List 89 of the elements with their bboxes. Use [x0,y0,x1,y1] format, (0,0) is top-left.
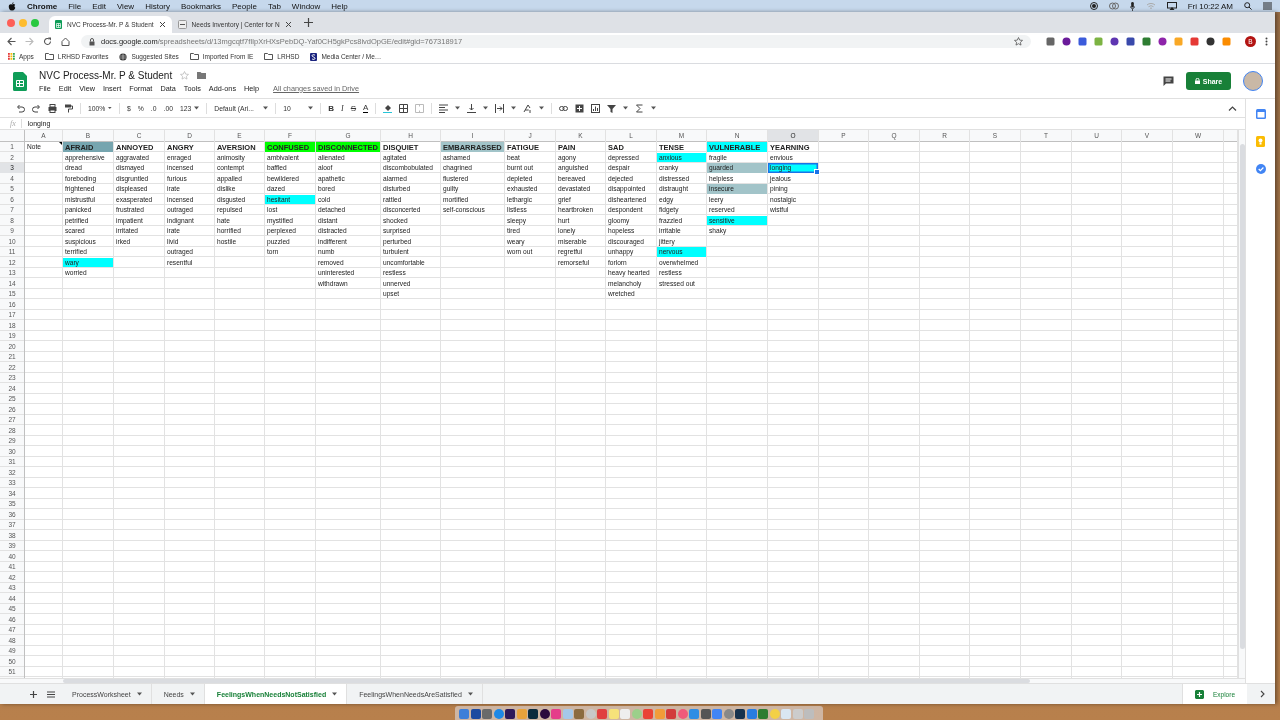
airplay-icon[interactable] [1166,2,1177,10]
account-avatar[interactable] [1243,71,1263,91]
apple-icon[interactable] [8,1,16,11]
comment-icon[interactable] [1163,75,1174,87]
app-icon[interactable] [539,708,550,719]
calendar-icon[interactable] [1255,109,1266,119]
reload-icon[interactable] [43,37,52,46]
link-icon[interactable] [559,103,569,113]
strikethrough-button[interactable]: S [350,103,357,113]
new-tab-icon[interactable] [303,18,313,27]
close-icon[interactable] [284,21,292,28]
chevron-right-icon[interactable] [1260,690,1265,698]
app-menu[interactable]: Chrome [27,1,58,11]
search-icon[interactable] [1244,2,1252,10]
caret-icon[interactable] [189,692,195,696]
undo-icon[interactable] [16,103,25,113]
folder-icon [44,53,54,60]
app-icon[interactable] [528,708,538,719]
page-favicon [177,20,187,29]
align-left-icon[interactable] [439,103,449,113]
fill-color-icon[interactable] [383,103,393,113]
close-icon[interactable] [158,21,166,28]
add-comment-icon[interactable] [575,103,585,113]
paint-format-icon[interactable] [64,103,73,113]
caret-icon[interactable] [539,106,545,110]
chart-icon[interactable] [591,103,601,113]
vertical-align-icon[interactable] [467,103,477,113]
check-circle-icon[interactable] [1255,164,1266,174]
menu-icon[interactable] [1265,37,1268,46]
menu-item[interactable]: History [145,1,170,11]
caret-icon[interactable] [332,692,338,696]
record-icon[interactable] [1089,2,1098,10]
caret-icon[interactable] [651,106,657,110]
menu-item[interactable]: File [68,1,82,11]
redo-icon[interactable] [32,103,41,113]
folder-icon [264,53,274,60]
menu-item[interactable]: Window [291,1,321,11]
back-icon[interactable] [7,37,16,46]
caret-icon[interactable] [483,106,489,110]
app-icon[interactable] [505,708,515,719]
bold-button[interactable]: B [328,103,335,113]
borders-icon[interactable] [399,103,409,113]
menu-item[interactable]: View [116,1,135,11]
menu-item[interactable]: Help [331,1,348,11]
lock-icon [89,37,95,46]
sheet-list-icon[interactable] [47,690,55,698]
spreadsheet-favicon [55,20,62,29]
text-rotate-icon[interactable] [523,103,533,113]
formula-label: fx [10,119,22,128]
menu-item[interactable]: Tab [267,1,281,11]
vertical-scrollbar[interactable] [1238,130,1245,678]
text-color-button[interactable]: A [363,103,369,113]
app-icon[interactable] [470,708,481,719]
menu-item[interactable]: Bookmarks [181,1,222,11]
menu-item[interactable]: Edit [92,1,106,11]
document-title[interactable]: NVC Process-Mr. P & Student [39,69,173,81]
rings-icon[interactable] [1108,2,1119,10]
print-icon[interactable] [48,103,57,113]
caret-icon[interactable] [108,106,112,110]
caret-icon[interactable] [511,106,517,110]
star-icon[interactable] [1014,37,1023,46]
merge-cells-icon[interactable] [415,103,425,113]
app-icon[interactable] [700,708,711,719]
lock-icon [1194,78,1200,84]
add-sheet-icon[interactable] [30,690,37,698]
folder-icon [189,53,199,60]
menu-item[interactable]: People [232,1,257,11]
caret-icon[interactable] [263,106,269,110]
sigma-icon[interactable] [635,103,645,113]
spreadsheet-logo[interactable] [13,71,27,91]
filter-icon[interactable] [607,103,617,113]
text-wrap-icon[interactable] [495,103,505,113]
caret-icon[interactable] [136,692,142,696]
home-icon[interactable] [61,37,70,46]
caret-icon[interactable] [308,106,314,110]
caret-icon[interactable] [194,106,200,110]
explore-icon [1194,689,1204,699]
apps-icon [8,53,15,60]
caret-icon[interactable] [467,692,473,696]
collapse-icon[interactable] [1228,103,1237,113]
fill-handle[interactable] [814,168,820,175]
caret-icon[interactable] [623,106,629,110]
italic-button[interactable]: I [341,103,344,113]
caret-icon[interactable] [455,106,461,110]
folder-icon[interactable] [197,71,207,79]
app-icon[interactable] [735,708,745,719]
star-icon[interactable] [180,70,190,80]
microphone-icon[interactable] [1129,1,1135,11]
clock: Fri 10:22 AM [1187,1,1233,11]
